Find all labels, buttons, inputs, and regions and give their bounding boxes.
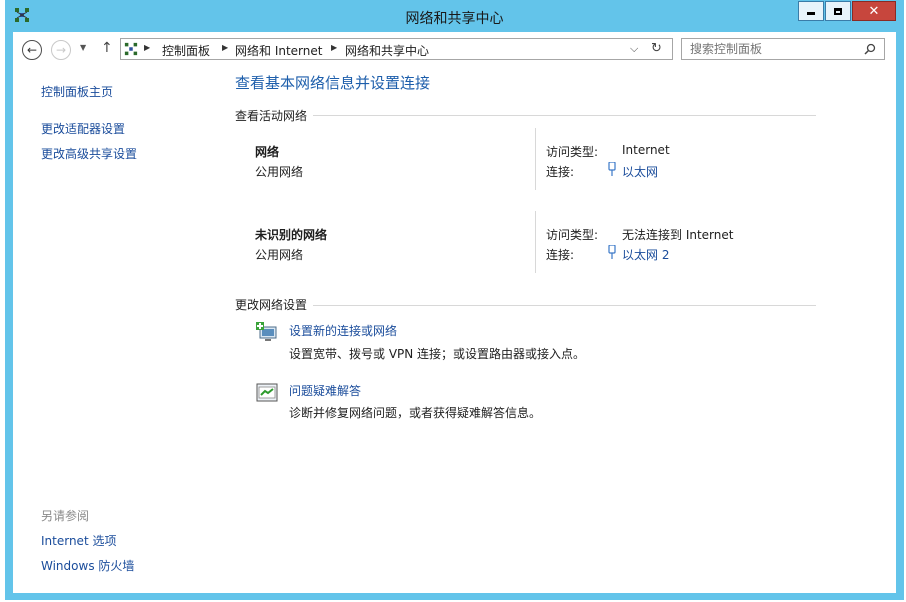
search-box[interactable] xyxy=(681,38,885,60)
page-title: 查看基本网络信息并设置连接 xyxy=(235,74,431,92)
window-title: 网络和共享中心 xyxy=(405,11,504,27)
title-bar[interactable]: 网络和共享中心 ✕ xyxy=(5,0,904,32)
breadcrumb-item[interactable]: 网络和 Internet xyxy=(235,42,322,59)
network-type: 公用网络 xyxy=(255,248,304,262)
new-connection-description: 设置宽带、拨号或 VPN 连接；或设置路由器或接入点。 xyxy=(289,347,586,361)
access-type-value: Internet xyxy=(622,143,670,157)
forward-button[interactable]: → xyxy=(51,40,71,60)
dropdown-chevron-icon[interactable]: ⌵ xyxy=(630,42,638,56)
new-connection-link[interactable]: 设置新的连接或网络 xyxy=(289,322,397,339)
network-type: 公用网络 xyxy=(255,165,304,179)
navigation-bar: ← → ▼ ↑ ▶ 控制面板 ▶ 网络和 Internet ▶ 网络和共享中心 … xyxy=(13,32,896,66)
breadcrumb-arrow-icon[interactable]: ▶ xyxy=(144,43,150,52)
minimize-button[interactable] xyxy=(798,1,824,21)
arrow-left-icon: ← xyxy=(26,43,38,57)
active-networks-heading: 查看活动网络 xyxy=(235,109,308,123)
refresh-icon[interactable]: ↻ xyxy=(651,41,662,56)
ethernet-icon xyxy=(608,162,616,176)
sidebar-link-sharing[interactable]: 更改高级共享设置 xyxy=(41,145,137,162)
window-client: ← → ▼ ↑ ▶ 控制面板 ▶ 网络和 Internet ▶ 网络和共享中心 … xyxy=(13,32,896,593)
new-connection-icon xyxy=(256,322,277,341)
back-button[interactable]: ← xyxy=(22,40,42,60)
arrow-right-icon: → xyxy=(55,43,67,57)
change-settings-heading: 更改网络设置 xyxy=(235,298,308,312)
up-arrow-icon[interactable]: ↑ xyxy=(101,40,113,56)
control-panel-icon xyxy=(124,42,138,56)
maximize-icon xyxy=(834,7,842,15)
divider xyxy=(313,115,816,116)
address-bar[interactable]: ▶ 控制面板 ▶ 网络和 Internet ▶ 网络和共享中心 ⌵ ↻ xyxy=(120,38,673,60)
breadcrumb-item[interactable]: 网络和共享中心 xyxy=(345,42,429,59)
close-icon: ✕ xyxy=(868,3,880,19)
sidebar-link-internet-options[interactable]: Internet 选项 xyxy=(41,532,116,549)
window: 网络和共享中心 ✕ ← → ▼ ↑ ▶ 控制面板 ▶ 网络和 Internet … xyxy=(5,0,904,600)
access-type-label: 访问类型: xyxy=(546,145,599,159)
sidebar-link-adapter[interactable]: 更改适配器设置 xyxy=(41,120,125,137)
breadcrumb-arrow-icon[interactable]: ▶ xyxy=(222,43,228,52)
connection-label: 连接: xyxy=(546,248,575,262)
network-name: 未识别的网络 xyxy=(255,228,328,242)
access-type-value: 无法连接到 Internet xyxy=(622,228,734,242)
connection-link[interactable]: 以太网 xyxy=(622,163,658,180)
search-icon[interactable] xyxy=(864,43,876,55)
close-button[interactable]: ✕ xyxy=(852,1,896,21)
search-input[interactable] xyxy=(690,41,860,57)
connection-label: 连接: xyxy=(546,165,575,179)
sidebar-link-firewall[interactable]: Windows 防火墙 xyxy=(41,557,134,574)
connection-link[interactable]: 以太网 2 xyxy=(622,246,669,263)
divider xyxy=(535,211,536,273)
troubleshoot-description: 诊断并修复网络问题，或者获得疑难解答信息。 xyxy=(289,406,542,420)
recent-pages-chevron-icon[interactable]: ▼ xyxy=(80,43,86,52)
access-type-label: 访问类型: xyxy=(546,228,599,242)
ethernet-icon xyxy=(608,245,616,259)
network-name: 网络 xyxy=(255,145,280,159)
troubleshoot-icon xyxy=(256,383,278,402)
divider xyxy=(535,128,536,190)
breadcrumb-item[interactable]: 控制面板 xyxy=(162,42,210,59)
sidebar-home-link[interactable]: 控制面板主页 xyxy=(41,83,113,100)
divider xyxy=(313,305,816,306)
breadcrumb-arrow-icon[interactable]: ▶ xyxy=(331,43,337,52)
troubleshoot-link[interactable]: 问题疑难解答 xyxy=(289,382,361,399)
maximize-button[interactable] xyxy=(825,1,851,21)
see-also-heading: 另请参阅 xyxy=(41,509,90,523)
minimize-icon xyxy=(807,11,815,15)
